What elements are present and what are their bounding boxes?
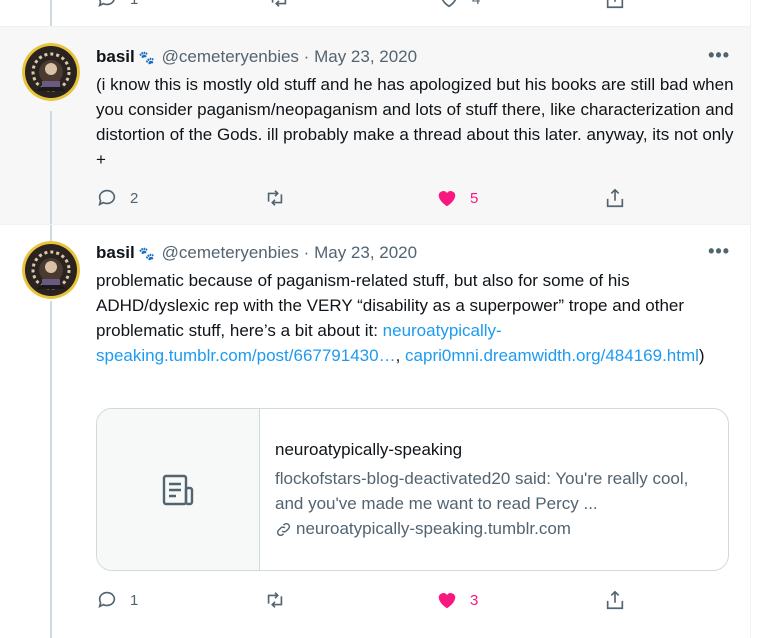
thread-line xyxy=(50,225,52,241)
link-icon xyxy=(276,522,291,536)
retweet-icon xyxy=(267,592,283,608)
heart-filled-icon xyxy=(438,191,456,207)
tweet-text: (i know this is mostly old stuff and he … xyxy=(96,75,734,169)
reply-icon xyxy=(98,591,116,608)
document-icon xyxy=(162,474,194,505)
retweet-button[interactable] xyxy=(268,0,290,12)
thread-line xyxy=(50,0,52,26)
tweet-text-part: ) xyxy=(698,346,705,365)
previous-tweet-actions: 1 4 xyxy=(0,0,750,27)
more-options-icon[interactable]: ••• xyxy=(708,241,730,262)
like-count: 5 xyxy=(470,189,479,207)
reply-button[interactable]: 1 xyxy=(96,0,138,12)
separator-dot: · xyxy=(303,243,310,262)
retweet-icon xyxy=(271,0,287,7)
paw-emoji: 🐾 xyxy=(138,246,155,261)
heart-filled-icon xyxy=(438,593,456,609)
separator-dot: · xyxy=(303,47,310,66)
avatar[interactable] xyxy=(22,241,80,299)
avatar[interactable] xyxy=(22,43,80,101)
card-domain-text: neuroatypically-speaking.tumblr.com xyxy=(296,519,571,538)
tweet-date[interactable]: May 23, 2020 xyxy=(314,243,417,262)
link-card[interactable]: neuroatypically-speaking flockofstars-bl… xyxy=(96,408,729,571)
retweet-button[interactable] xyxy=(264,587,286,613)
thread-line xyxy=(50,301,52,638)
reply-count: 1 xyxy=(130,591,139,609)
heart-outline-icon xyxy=(441,0,457,8)
reply-count: 1 xyxy=(130,0,138,8)
like-count: 4 xyxy=(472,0,480,8)
paw-emoji: 🐾 xyxy=(138,50,155,65)
share-icon xyxy=(606,0,624,9)
card-description: flockofstars-blog-deactivated20 said: Yo… xyxy=(275,469,689,513)
tweet[interactable]: basil 🐾 @cemeteryenbies · May 23, 2020 ••… xyxy=(0,27,750,225)
tweet-text: problematic because of paganism-related … xyxy=(96,268,736,368)
reply-count: 2 xyxy=(130,189,139,207)
share-button[interactable] xyxy=(604,587,626,613)
tweet-link[interactable]: capri0mni.dreamwidth.org/484169.html xyxy=(405,346,699,365)
user-handle[interactable]: @cemeteryenbies xyxy=(162,243,299,262)
timeline-column: 1 4 basil🐾 @ce xyxy=(0,0,751,638)
share-icon xyxy=(606,590,624,610)
reply-icon xyxy=(98,189,116,206)
share-button[interactable] xyxy=(604,0,626,12)
display-name[interactable]: basil xyxy=(96,243,135,262)
display-name[interactable]: basil xyxy=(96,47,135,66)
tweet-date[interactable]: May 23, 2020 xyxy=(314,47,417,66)
like-button[interactable]: 5 xyxy=(436,185,478,211)
retweet-icon xyxy=(267,190,283,206)
reply-button[interactable]: 2 xyxy=(96,185,138,211)
like-button[interactable]: 3 xyxy=(436,587,478,613)
tweet-actions: 1 3 xyxy=(96,587,636,613)
retweet-button[interactable] xyxy=(264,185,286,211)
tweet-text-part: , xyxy=(395,346,406,365)
card-domain: neuroatypically-speaking.tumblr.com xyxy=(275,519,571,539)
card-title: neuroatypically-speaking xyxy=(275,440,463,459)
share-icon xyxy=(606,188,624,208)
share-button[interactable] xyxy=(604,185,626,211)
more-options-icon[interactable]: ••• xyxy=(708,45,730,66)
like-button[interactable]: 4 xyxy=(438,0,480,12)
card-thumbnail xyxy=(97,409,260,570)
tweet[interactable]: basil 🐾 @cemeteryenbies · May 23, 2020 ••… xyxy=(0,225,750,638)
reply-button[interactable]: 1 xyxy=(96,587,138,613)
like-count: 3 xyxy=(470,591,479,609)
reply-icon xyxy=(98,0,115,7)
user-handle[interactable]: @cemeteryenbies xyxy=(162,47,299,66)
tweet-actions: 2 5 xyxy=(96,185,636,211)
thread-line xyxy=(50,111,52,224)
